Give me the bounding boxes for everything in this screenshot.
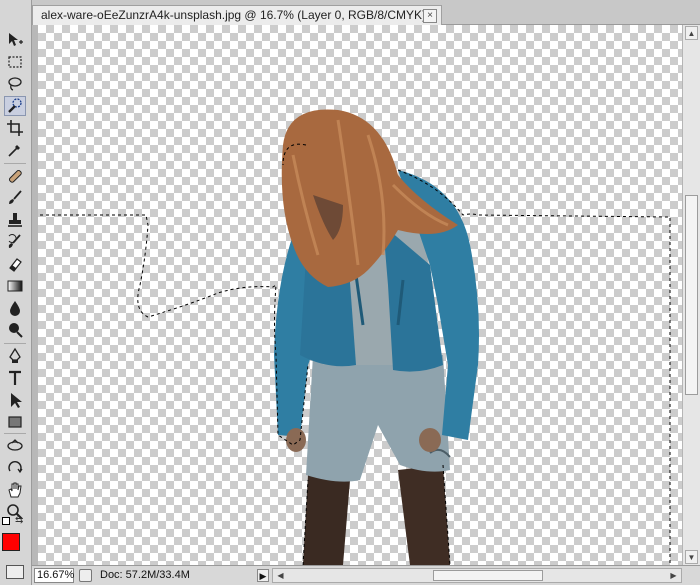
path-selection-tool-icon xyxy=(11,393,22,408)
path-selection-tool-button[interactable] xyxy=(4,390,26,410)
foreground-color-swatch[interactable] xyxy=(2,533,20,551)
type-tool-icon xyxy=(9,370,21,385)
spot-healing-brush-icon xyxy=(8,169,22,183)
image-canvas[interactable] xyxy=(38,25,682,565)
blur-tool-icon xyxy=(10,301,20,316)
blur-tool-button[interactable] xyxy=(4,298,26,318)
close-icon[interactable]: × xyxy=(423,9,437,23)
person-left-leg xyxy=(303,475,350,565)
quick-mask-button[interactable] xyxy=(6,565,24,579)
brush-tool-icon xyxy=(9,190,22,204)
swap-colors-icon[interactable]: ⇆ xyxy=(15,515,23,526)
crop-tool-icon xyxy=(7,120,23,136)
status-bar: 16.67% Doc: 57.2M/33.4M ▶ ◀ ▶ xyxy=(32,565,700,585)
vertical-scrollbar[interactable]: ▲ ▼ xyxy=(682,25,700,565)
person-left-hand xyxy=(286,428,306,452)
lasso-tool-button[interactable] xyxy=(4,74,26,94)
gradient-tool-button[interactable] xyxy=(4,276,26,296)
rectangular-marquee-tool-icon xyxy=(8,56,22,68)
horizontal-scrollbar[interactable]: ◀ ▶ xyxy=(272,568,682,583)
layer-image xyxy=(40,109,671,565)
default-colors-icon[interactable] xyxy=(2,517,10,525)
3d-rotate-tool-button[interactable] xyxy=(4,436,26,456)
pen-tool-icon xyxy=(9,347,21,363)
3d-orbit-tool-icon xyxy=(8,461,23,474)
brush-tool-button[interactable] xyxy=(4,188,26,208)
document-size-info: Doc: 57.2M/33.4M xyxy=(100,569,190,581)
shape-tool-button[interactable] xyxy=(4,412,26,432)
horizontal-scroll-thumb[interactable] xyxy=(433,570,543,581)
scroll-up-arrow[interactable]: ▲ xyxy=(685,26,698,40)
hand-tool-button[interactable] xyxy=(4,480,26,500)
person-shorts xyxy=(306,355,450,482)
eraser-tool-button[interactable] xyxy=(4,254,26,274)
person-right-hand xyxy=(419,428,441,452)
dodge-tool-button[interactable] xyxy=(4,320,26,340)
document-title: alex-ware-oEeZunzrA4k-unsplash.jpg @ 16.… xyxy=(41,8,435,22)
move-tool-icon xyxy=(9,33,23,46)
healing-brush-tool-button[interactable] xyxy=(4,166,26,186)
quick-selection-tool-button[interactable] xyxy=(4,96,26,116)
lasso-tool-icon xyxy=(8,77,22,91)
document-window: alex-ware-oEeZunzrA4k-unsplash.jpg @ 16.… xyxy=(32,0,700,585)
history-brush-icon xyxy=(8,234,21,248)
status-info-icon[interactable] xyxy=(79,569,92,582)
eraser-tool-icon xyxy=(9,258,22,272)
crop-tool-button[interactable] xyxy=(4,118,26,138)
scroll-left-arrow[interactable]: ◀ xyxy=(274,569,287,582)
quick-selection-tool-icon xyxy=(8,98,22,113)
marquee-tool-button[interactable] xyxy=(4,52,26,72)
history-brush-tool-button[interactable] xyxy=(4,232,26,252)
type-tool-button[interactable] xyxy=(4,368,26,388)
gradient-tool-icon xyxy=(7,280,23,292)
clone-stamp-tool-icon xyxy=(8,213,22,227)
eyedropper-tool-icon xyxy=(8,145,20,157)
status-menu-arrow[interactable]: ▶ xyxy=(257,569,269,582)
person-right-leg xyxy=(398,465,450,565)
document-tab[interactable]: alex-ware-oEeZunzrA4k-unsplash.jpg @ 16.… xyxy=(32,5,442,25)
pen-tool-button[interactable] xyxy=(4,346,26,366)
hand-tool-icon xyxy=(8,482,22,498)
scroll-right-arrow[interactable]: ▶ xyxy=(667,569,680,582)
3d-rotate-tool-icon xyxy=(7,439,23,451)
tools-panel: ⇆ xyxy=(0,0,32,585)
eyedropper-tool-button[interactable] xyxy=(4,140,26,160)
clone-stamp-tool-button[interactable] xyxy=(4,210,26,230)
dodge-tool-icon xyxy=(9,323,23,338)
zoom-level-field[interactable]: 16.67% xyxy=(34,568,74,583)
rectangle-shape-tool-icon xyxy=(8,416,22,428)
3d-orbit-tool-button[interactable] xyxy=(4,458,26,478)
move-tool-button[interactable] xyxy=(4,30,26,50)
vertical-scroll-thumb[interactable] xyxy=(685,195,698,395)
scroll-down-arrow[interactable]: ▼ xyxy=(685,550,698,564)
